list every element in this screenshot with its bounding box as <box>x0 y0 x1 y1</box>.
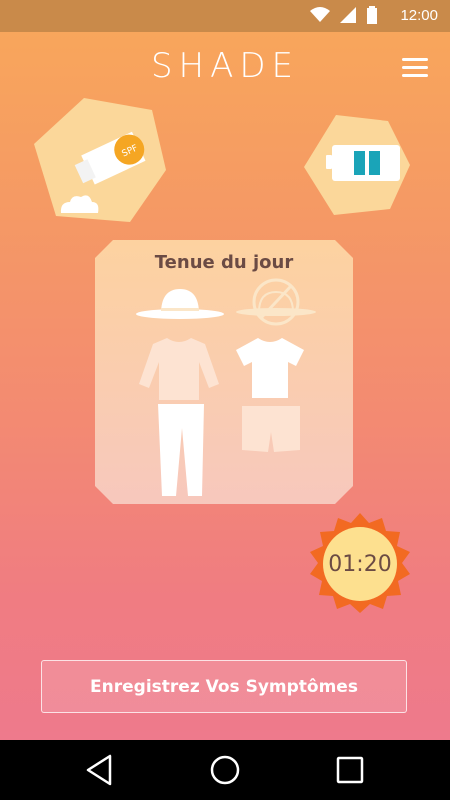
sunscreen-icon: SPF <box>34 98 166 222</box>
no-hat-icon <box>236 278 316 326</box>
tshirt-icon <box>236 338 304 398</box>
battery-icon <box>367 6 377 24</box>
timer-value: 01:20 <box>328 552 392 577</box>
back-icon[interactable] <box>82 752 118 788</box>
status-time: 12:00 <box>400 7 438 24</box>
long-pants-icon <box>158 404 204 496</box>
app-bar: SHADE <box>0 32 450 102</box>
outfit-title: Tenue du jour <box>154 252 294 273</box>
wifi-icon <box>310 7 330 22</box>
record-symptoms-button[interactable]: Enregistrez Vos Symptômes <box>41 660 407 713</box>
app-screen: 12:00 SHADE SPF Tenue du jour 01:20 Enre… <box>0 0 450 800</box>
recent-apps-icon[interactable] <box>332 752 368 788</box>
outfit-card[interactable]: Tenue du jour <box>95 240 353 504</box>
uv-timer-badge[interactable]: 01:20 <box>307 513 413 619</box>
app-title: SHADE <box>150 46 300 86</box>
hamburger-menu-icon[interactable] <box>402 58 428 78</box>
navigation-bar <box>0 740 450 800</box>
hat-icon <box>136 289 224 319</box>
signal-icon <box>340 7 356 23</box>
battery-level-icon <box>304 115 410 215</box>
shorts-icon <box>242 406 300 452</box>
long-sleeve-shirt-icon <box>139 338 219 400</box>
status-bar: 12:00 <box>0 0 450 32</box>
status-icons <box>310 6 378 24</box>
sunscreen-tile[interactable]: SPF <box>34 98 166 222</box>
home-icon[interactable] <box>207 752 243 788</box>
battery-tile[interactable] <box>304 115 410 215</box>
